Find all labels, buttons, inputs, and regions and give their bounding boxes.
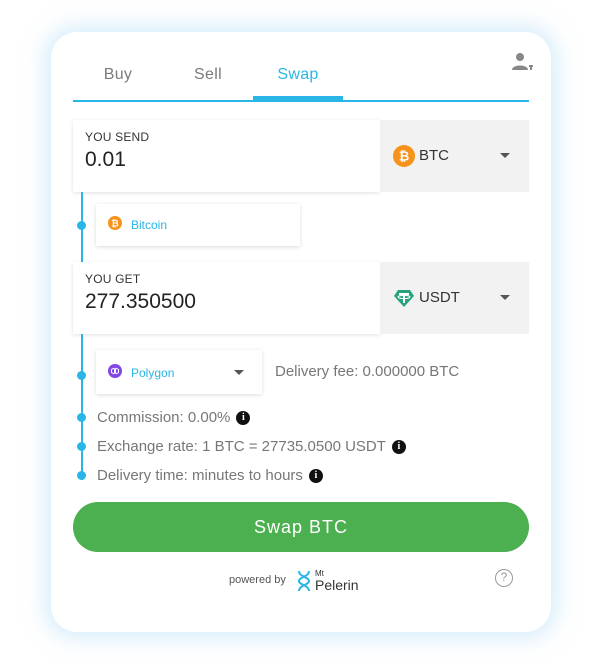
send-label: YOU SEND: [85, 130, 150, 144]
info-icon[interactable]: i: [236, 411, 251, 426]
timeline-dot: [77, 221, 86, 230]
powered-by-label: powered by: [229, 574, 286, 586]
commission-text: Commission: 0.00%: [97, 409, 231, 426]
chevron-down-icon: [500, 295, 510, 300]
send-network-chip[interactable]: ₿ Bitcoin: [96, 204, 300, 246]
tether-icon: [394, 290, 414, 307]
delivery-time-text: Delivery time: minutes to hours: [97, 467, 303, 484]
brand-name: Pelerin: [315, 577, 359, 593]
exchange-rate-text: Exchange rate: 1 BTC = 27735.0500 USDT: [97, 438, 386, 455]
get-label: YOU GET: [85, 272, 141, 286]
get-amount-input[interactable]: [85, 290, 365, 314]
help-icon[interactable]: ?: [495, 569, 513, 587]
tab-buy[interactable]: Buy: [73, 66, 163, 102]
svg-text:₿: ₿: [399, 150, 410, 165]
polygon-icon: [108, 364, 122, 378]
delivery-time-row: Delivery time: minutes to hours i: [97, 467, 323, 484]
get-amount-panel: YOU GET: [73, 262, 380, 334]
mt-pelerin-logo-icon[interactable]: [296, 569, 312, 593]
tab-bar: Buy Sell Swap: [73, 66, 529, 102]
get-coin-select[interactable]: USDT: [380, 262, 529, 334]
info-icon[interactable]: i: [308, 469, 323, 484]
swap-widget: Buy Sell Swap YOU SEND ₿ BTC ₿ Bitcoin Y…: [51, 32, 551, 632]
get-network-label: Polygon: [131, 366, 175, 380]
user-settings-icon[interactable]: [511, 50, 535, 74]
timeline-dot: [77, 471, 86, 480]
exchange-rate-row: Exchange rate: 1 BTC = 27735.0500 USDT i: [97, 438, 406, 455]
delivery-fee: Delivery fee: 0.000000 BTC: [275, 363, 460, 380]
active-tab-indicator: [253, 96, 343, 100]
send-amount-panel: YOU SEND: [73, 120, 380, 192]
timeline-line: [81, 334, 83, 480]
send-network-label: Bitcoin: [131, 218, 168, 232]
bitcoin-icon: ₿: [108, 216, 122, 230]
send-coin-select[interactable]: ₿ BTC: [380, 120, 529, 192]
timeline-dot: [77, 371, 86, 380]
chevron-down-icon: [234, 370, 244, 375]
commission-row: Commission: 0.00% i: [97, 409, 251, 426]
bitcoin-icon: ₿: [393, 145, 415, 167]
swap-button[interactable]: Swap BTC: [73, 502, 529, 552]
send-amount-input[interactable]: [85, 148, 365, 172]
tab-sell[interactable]: Sell: [163, 66, 253, 102]
get-network-select[interactable]: Polygon: [96, 350, 262, 394]
svg-text:₿: ₿: [111, 219, 118, 230]
chevron-down-icon: [500, 153, 510, 158]
send-coin-name: BTC: [419, 147, 449, 164]
get-coin-name: USDT: [419, 289, 460, 306]
info-icon[interactable]: i: [391, 440, 406, 455]
timeline-dot: [77, 413, 86, 422]
timeline-dot: [77, 442, 86, 451]
